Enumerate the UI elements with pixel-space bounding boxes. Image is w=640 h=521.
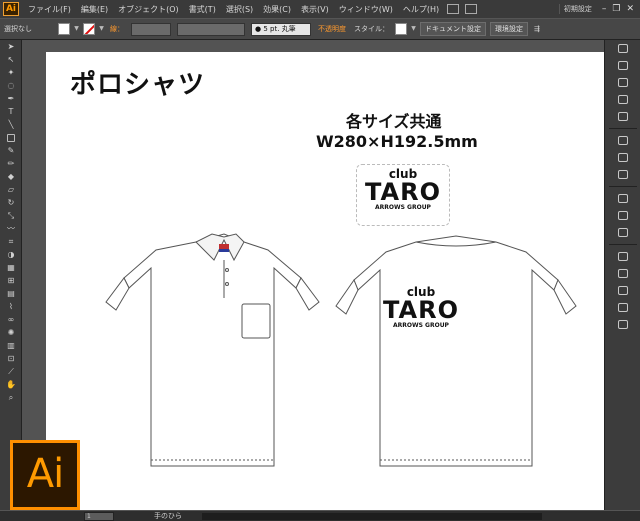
gradient-tool-icon[interactable]: ▤	[0, 287, 22, 300]
selection-status: 選択なし	[4, 25, 32, 33]
document-setup-button[interactable]: ドキュメント設定	[420, 22, 486, 36]
illustrator-badge-logo: Ai	[10, 440, 80, 510]
panel-dock	[604, 40, 640, 510]
character-panel-icon[interactable]	[605, 224, 640, 241]
line-tool-icon[interactable]: ╲	[0, 118, 22, 131]
polo-shirt-illustrations	[105, 233, 577, 467]
free-transform-tool-icon[interactable]: ⌗	[0, 235, 22, 248]
scale-tool-icon[interactable]: ⤡	[0, 209, 22, 222]
chevron-down-icon[interactable]: ▼	[72, 23, 81, 35]
logo-on-back: club TARO ARROWS GROUP	[376, 286, 466, 330]
artboards-panel-icon[interactable]	[605, 265, 640, 282]
rotate-tool-icon[interactable]: ↻	[0, 196, 22, 209]
color-panel-icon[interactable]	[605, 40, 640, 57]
transform-panel-icon[interactable]	[605, 316, 640, 333]
zoom-tool-icon[interactable]: ⌕	[0, 391, 22, 404]
opacity-label[interactable]: 不透明度	[314, 24, 350, 34]
column-graph-tool-icon[interactable]: ▥	[0, 339, 22, 352]
menu-help[interactable]: ヘルプ(H)	[398, 4, 444, 15]
paintbrush-tool-icon[interactable]: ✎	[0, 144, 22, 157]
lasso-tool-icon[interactable]: ◌	[0, 79, 22, 92]
magic-wand-tool-icon[interactable]: ✦	[0, 66, 22, 79]
document-canvas[interactable]: ポロシャツ 各サイズ共通 W280×H192.5mm club TARO ARR…	[22, 40, 612, 518]
pathfinder-panel-icon[interactable]	[605, 299, 640, 316]
align-panel-icon[interactable]	[605, 282, 640, 299]
close-icon[interactable]: ✕	[626, 4, 634, 14]
mesh-tool-icon[interactable]: ⊞	[0, 274, 22, 287]
polo-back	[335, 235, 577, 467]
shape-builder-tool-icon[interactable]: ◑	[0, 248, 22, 261]
brushes-panel-icon[interactable]	[605, 91, 640, 108]
warp-tool-icon[interactable]: 〰	[0, 222, 22, 235]
logo-artwork: club TARO ARROWS GROUP	[358, 168, 448, 212]
brush-definition-field[interactable]: ● 5 pt. 丸筆	[251, 22, 311, 36]
pen-tool-icon[interactable]: ✒	[0, 92, 22, 105]
size-caption: 各サイズ共通	[346, 112, 442, 131]
menu-object[interactable]: オブジェクト(O)	[113, 4, 184, 15]
gradient-panel-icon[interactable]	[605, 149, 640, 166]
polo-front	[105, 233, 320, 467]
menu-select[interactable]: 選択(S)	[221, 4, 258, 15]
bridge-icon[interactable]	[447, 4, 460, 14]
size-dimensions: W280×H192.5mm	[316, 132, 478, 151]
illustrator-window: Ai ファイル(F) 編集(E) オブジェクト(O) 書式(T) 選択(S) 効…	[0, 0, 640, 521]
menu-window[interactable]: ウィンドウ(W)	[334, 4, 398, 15]
current-tool-status[interactable]: 手のひら	[154, 511, 182, 521]
rectangle-tool-icon[interactable]	[0, 131, 22, 144]
appearance-panel-icon[interactable]	[605, 190, 640, 207]
control-bar: 選択なし ▼ ▼ 線： ● 5 pt. 丸筆 不透明度 スタイル： ▼ ドキュメ…	[0, 18, 640, 40]
transparency-panel-icon[interactable]	[605, 166, 640, 183]
menu-bar: Ai ファイル(F) 編集(E) オブジェクト(O) 書式(T) 選択(S) 効…	[0, 0, 640, 18]
stroke-swatch[interactable]	[83, 23, 95, 35]
status-bar: 1 手のひら	[0, 510, 640, 521]
symbols-panel-icon[interactable]	[605, 108, 640, 125]
fill-swatch[interactable]	[58, 23, 70, 35]
logo-taro: TARO	[383, 296, 459, 324]
color-guide-panel-icon[interactable]	[605, 57, 640, 74]
arrange-documents-icon[interactable]	[465, 4, 478, 14]
graphic-style-swatch[interactable]	[395, 23, 407, 35]
menu-effect[interactable]: 効果(C)	[258, 4, 296, 15]
minimize-icon[interactable]: –	[602, 4, 607, 14]
stroke-panel-icon[interactable]	[605, 132, 640, 149]
slice-tool-icon[interactable]: ⟋	[0, 365, 22, 378]
symbol-sprayer-tool-icon[interactable]: ✺	[0, 326, 22, 339]
app-logo: Ai	[3, 2, 19, 16]
artboard-number-field[interactable]: 1	[84, 511, 114, 521]
perspective-grid-tool-icon[interactable]: ▦	[0, 261, 22, 274]
eraser-tool-icon[interactable]: ▱	[0, 183, 22, 196]
stroke-weight-field[interactable]	[131, 22, 171, 36]
menu-view[interactable]: 表示(V)	[296, 4, 334, 15]
stroke-label[interactable]: 線：	[106, 24, 128, 34]
artboard: ポロシャツ 各サイズ共通 W280×H192.5mm club TARO ARR…	[46, 52, 612, 518]
type-tool-icon[interactable]: T	[0, 105, 22, 118]
artboard-title: ポロシャツ	[70, 70, 206, 100]
blob-brush-tool-icon[interactable]: ◆	[0, 170, 22, 183]
chevron-down-icon[interactable]: ▼	[409, 23, 418, 35]
blend-tool-icon[interactable]: ∞	[0, 313, 22, 326]
swatches-panel-icon[interactable]	[605, 74, 640, 91]
horizontal-scrollbar[interactable]	[202, 512, 542, 520]
menu-type[interactable]: 書式(T)	[184, 4, 221, 15]
menu-file[interactable]: ファイル(F)	[23, 4, 76, 15]
window-controls: – ❐ ✕	[596, 4, 640, 14]
artboard-tool-icon[interactable]: ⊡	[0, 352, 22, 365]
chevron-down-icon[interactable]: ▼	[97, 23, 106, 35]
arrange-icon[interactable]: ⇶	[530, 25, 544, 33]
logo-taro: TARO	[365, 178, 441, 206]
layers-panel-icon[interactable]	[605, 248, 640, 265]
workspace-switcher[interactable]: 初期設定	[558, 4, 596, 14]
maximize-icon[interactable]: ❐	[612, 4, 620, 14]
direct-selection-tool-icon[interactable]: ↖	[0, 53, 22, 66]
menu-edit[interactable]: 編集(E)	[76, 4, 113, 15]
variable-width-field[interactable]	[177, 22, 245, 36]
hand-tool-icon[interactable]: ✋	[0, 378, 22, 391]
eyedropper-tool-icon[interactable]: ⌇	[0, 300, 22, 313]
style-label: スタイル：	[354, 25, 389, 33]
graphic-styles-panel-icon[interactable]	[605, 207, 640, 224]
pencil-tool-icon[interactable]: ✏	[0, 157, 22, 170]
preferences-button[interactable]: 環境設定	[490, 22, 528, 36]
selection-tool-icon[interactable]: ➤	[0, 40, 22, 53]
